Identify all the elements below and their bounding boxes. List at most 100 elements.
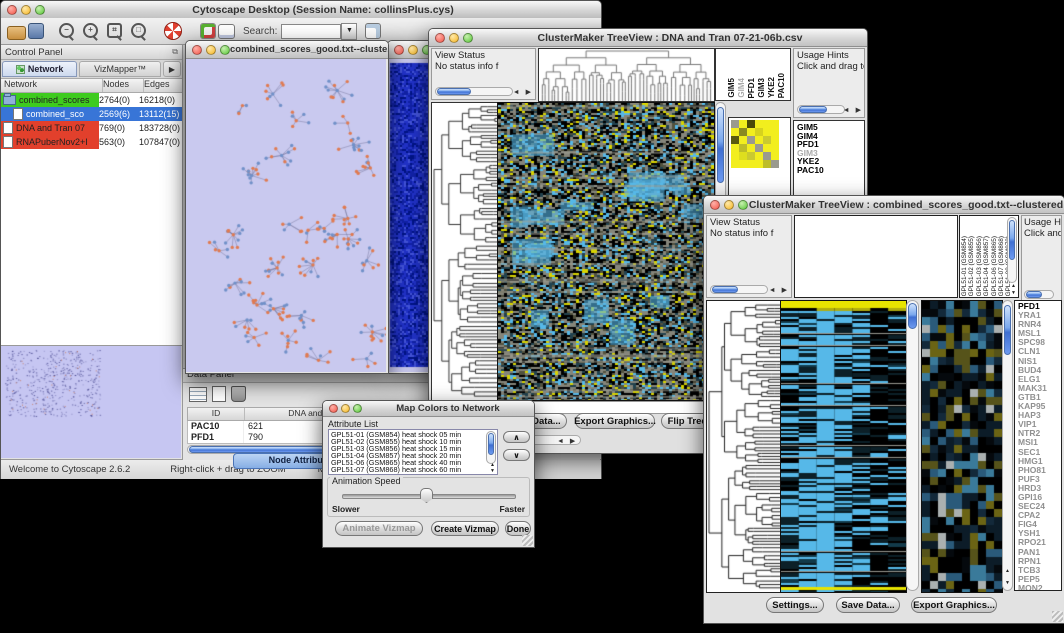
tv1-matrix-cell[interactable] bbox=[771, 120, 779, 128]
tv1-matrix-cell[interactable] bbox=[763, 152, 771, 160]
tv1-matrix-cell[interactable] bbox=[763, 144, 771, 152]
zoom-button[interactable] bbox=[463, 33, 473, 43]
tv1-matrix-cell[interactable] bbox=[771, 128, 779, 136]
tv2-hints-hscrollbar[interactable] bbox=[1024, 290, 1054, 299]
minimize-button[interactable] bbox=[724, 200, 734, 210]
tv1-matrix-cell[interactable] bbox=[755, 128, 763, 136]
tv2-zoom-vscrollbar[interactable]: ▲ ▼ bbox=[1002, 300, 1013, 591]
tv1-matrix-cell[interactable] bbox=[755, 144, 763, 152]
tv1-matrix-cell[interactable] bbox=[747, 136, 755, 144]
network-canvas[interactable] bbox=[186, 59, 386, 372]
save-session-icon[interactable] bbox=[28, 23, 44, 39]
tv1-matrix-cell[interactable] bbox=[763, 120, 771, 128]
help-lifesaver-icon[interactable] bbox=[164, 22, 182, 40]
save-data-button[interactable]: Save Data... bbox=[836, 597, 900, 613]
done-button[interactable]: Done bbox=[505, 521, 531, 536]
attribute-select-icon[interactable] bbox=[189, 387, 207, 402]
data-col-id[interactable]: ID bbox=[188, 408, 245, 420]
close-button[interactable] bbox=[435, 33, 445, 43]
tv1-matrix-cell[interactable] bbox=[739, 120, 747, 128]
tv1-matrix-cell[interactable] bbox=[731, 128, 739, 136]
move-up-button[interactable]: ∧ bbox=[503, 431, 530, 443]
minimize-button[interactable] bbox=[21, 5, 31, 15]
col-header-network[interactable]: Network bbox=[1, 79, 103, 92]
minimize-button[interactable] bbox=[341, 404, 350, 413]
search-dropdown-button[interactable]: ▼ bbox=[341, 23, 357, 40]
tv2-column-label[interactable]: GPL51-04 (GSM857) bbox=[984, 236, 990, 296]
tv2-gene-label[interactable]: MON2 bbox=[1018, 584, 1061, 591]
tv1-column-label[interactable]: YKE2 bbox=[768, 77, 776, 98]
animate-vizmap-button[interactable]: Animate Vizmap bbox=[335, 521, 423, 536]
tv1-matrix-cell[interactable] bbox=[747, 144, 755, 152]
close-button[interactable] bbox=[7, 5, 17, 15]
tv1-column-label[interactable]: PAC10 bbox=[778, 73, 786, 98]
tv1-gene-dendrogram[interactable] bbox=[431, 102, 499, 401]
attribute-list-vscrollbar[interactable] bbox=[486, 431, 496, 464]
close-button[interactable] bbox=[394, 45, 404, 55]
tv1-matrix-cell[interactable] bbox=[731, 152, 739, 160]
tab-network[interactable]: Network bbox=[2, 61, 77, 77]
tv1-status-hscrollbar[interactable] bbox=[435, 87, 513, 96]
network-table-row[interactable]: DNA and Tran 07769(0)183728(0) bbox=[1, 121, 182, 135]
zoom-selected-icon[interactable]: □ bbox=[128, 21, 150, 41]
col-header-nodes[interactable]: Nodes bbox=[103, 79, 144, 92]
minimize-button[interactable] bbox=[408, 45, 418, 55]
tv1-matrix-cell[interactable] bbox=[771, 152, 779, 160]
tv1-matrix-cell[interactable] bbox=[747, 120, 755, 128]
zoom-button[interactable] bbox=[353, 404, 362, 413]
zoom-button[interactable] bbox=[35, 5, 45, 15]
minimize-button[interactable] bbox=[206, 45, 216, 55]
tv1-matrix-cell[interactable] bbox=[731, 136, 739, 144]
tv1-zoom-heatmap[interactable] bbox=[731, 120, 779, 168]
tv1-matrix-cell[interactable] bbox=[739, 128, 747, 136]
resize-grip[interactable] bbox=[1052, 611, 1063, 622]
cytoscape-titlebar[interactable]: Cytoscape Desktop (Session Name: collins… bbox=[1, 1, 601, 19]
zoom-fit-icon[interactable]: ⌗ bbox=[104, 21, 126, 41]
treeview2-titlebar[interactable]: ClusterMaker TreeView : combined_scores_… bbox=[704, 196, 1064, 214]
tv2-column-label[interactable]: GPL51-06 (GSM865) bbox=[992, 236, 998, 296]
zoom-button[interactable] bbox=[738, 200, 748, 210]
tv2-labels-vscrollbar[interactable] bbox=[1007, 217, 1017, 283]
open-session-icon[interactable] bbox=[7, 26, 26, 40]
create-vizmap-button[interactable]: Create Vizmap bbox=[431, 521, 499, 536]
tab-overflow-button[interactable]: ▶ bbox=[163, 61, 181, 77]
tv1-hints-hscrollbar[interactable] bbox=[797, 105, 845, 114]
tv1-matrix-cell[interactable] bbox=[763, 160, 771, 168]
tv1-matrix-cell[interactable] bbox=[739, 144, 747, 152]
plugin-icon[interactable] bbox=[200, 23, 216, 39]
zoom-button[interactable] bbox=[220, 45, 230, 55]
tv1-array-dendrogram[interactable] bbox=[538, 48, 715, 102]
tv1-column-label[interactable]: GIM3 bbox=[758, 78, 766, 98]
tv1-matrix-cell[interactable] bbox=[755, 136, 763, 144]
tv1-global-heatmap[interactable] bbox=[497, 102, 715, 401]
treeview1-titlebar[interactable]: ClusterMaker TreeView : DNA and Tran 07-… bbox=[429, 29, 867, 47]
tv1-matrix-cell[interactable] bbox=[755, 152, 763, 160]
network-report-icon[interactable] bbox=[365, 23, 381, 39]
tv1-matrix-cell[interactable] bbox=[747, 152, 755, 160]
tv1-column-label[interactable]: GIM4 bbox=[738, 78, 746, 98]
tv1-matrix-cell[interactable] bbox=[763, 136, 771, 144]
tv1-matrix-cell[interactable] bbox=[763, 128, 771, 136]
tab-vizmapper[interactable]: VizMapper™ bbox=[79, 61, 161, 77]
col-header-edges[interactable]: Edges bbox=[144, 79, 182, 92]
network-overview-thumbnail[interactable] bbox=[1, 346, 181, 458]
tv1-matrix-cell[interactable] bbox=[747, 128, 755, 136]
tv2-status-hscrollbar[interactable] bbox=[710, 285, 768, 294]
tv1-matrix-cell[interactable] bbox=[731, 144, 739, 152]
close-button[interactable] bbox=[710, 200, 720, 210]
new-attribute-icon[interactable] bbox=[212, 386, 226, 402]
settings-button[interactable]: Settings... bbox=[766, 597, 824, 613]
tv1-matrix-cell[interactable] bbox=[755, 160, 763, 168]
tv1-matrix-cell[interactable] bbox=[739, 160, 747, 168]
tv1-matrix-cell[interactable] bbox=[755, 120, 763, 128]
network-table-row[interactable]: combined_scores2764(0)16218(0) bbox=[1, 93, 182, 107]
tv1-matrix-cell[interactable] bbox=[739, 136, 747, 144]
dialog-titlebar[interactable]: Map Colors to Network bbox=[323, 401, 534, 417]
tv1-matrix-cell[interactable] bbox=[731, 160, 739, 168]
float-panel-icon[interactable]: ⧉ bbox=[172, 47, 178, 57]
network-table-row[interactable]: combined_sco2569(6)13112(15) bbox=[1, 107, 182, 121]
delete-attribute-icon[interactable] bbox=[231, 386, 246, 402]
attribute-list-item[interactable]: GPL51-07 (GSM868) heat shock 60 min bbox=[331, 466, 495, 473]
search-input[interactable] bbox=[281, 24, 341, 39]
network-table-row[interactable]: RNAPuberNov2+I563(0)107847(0) bbox=[1, 135, 182, 149]
